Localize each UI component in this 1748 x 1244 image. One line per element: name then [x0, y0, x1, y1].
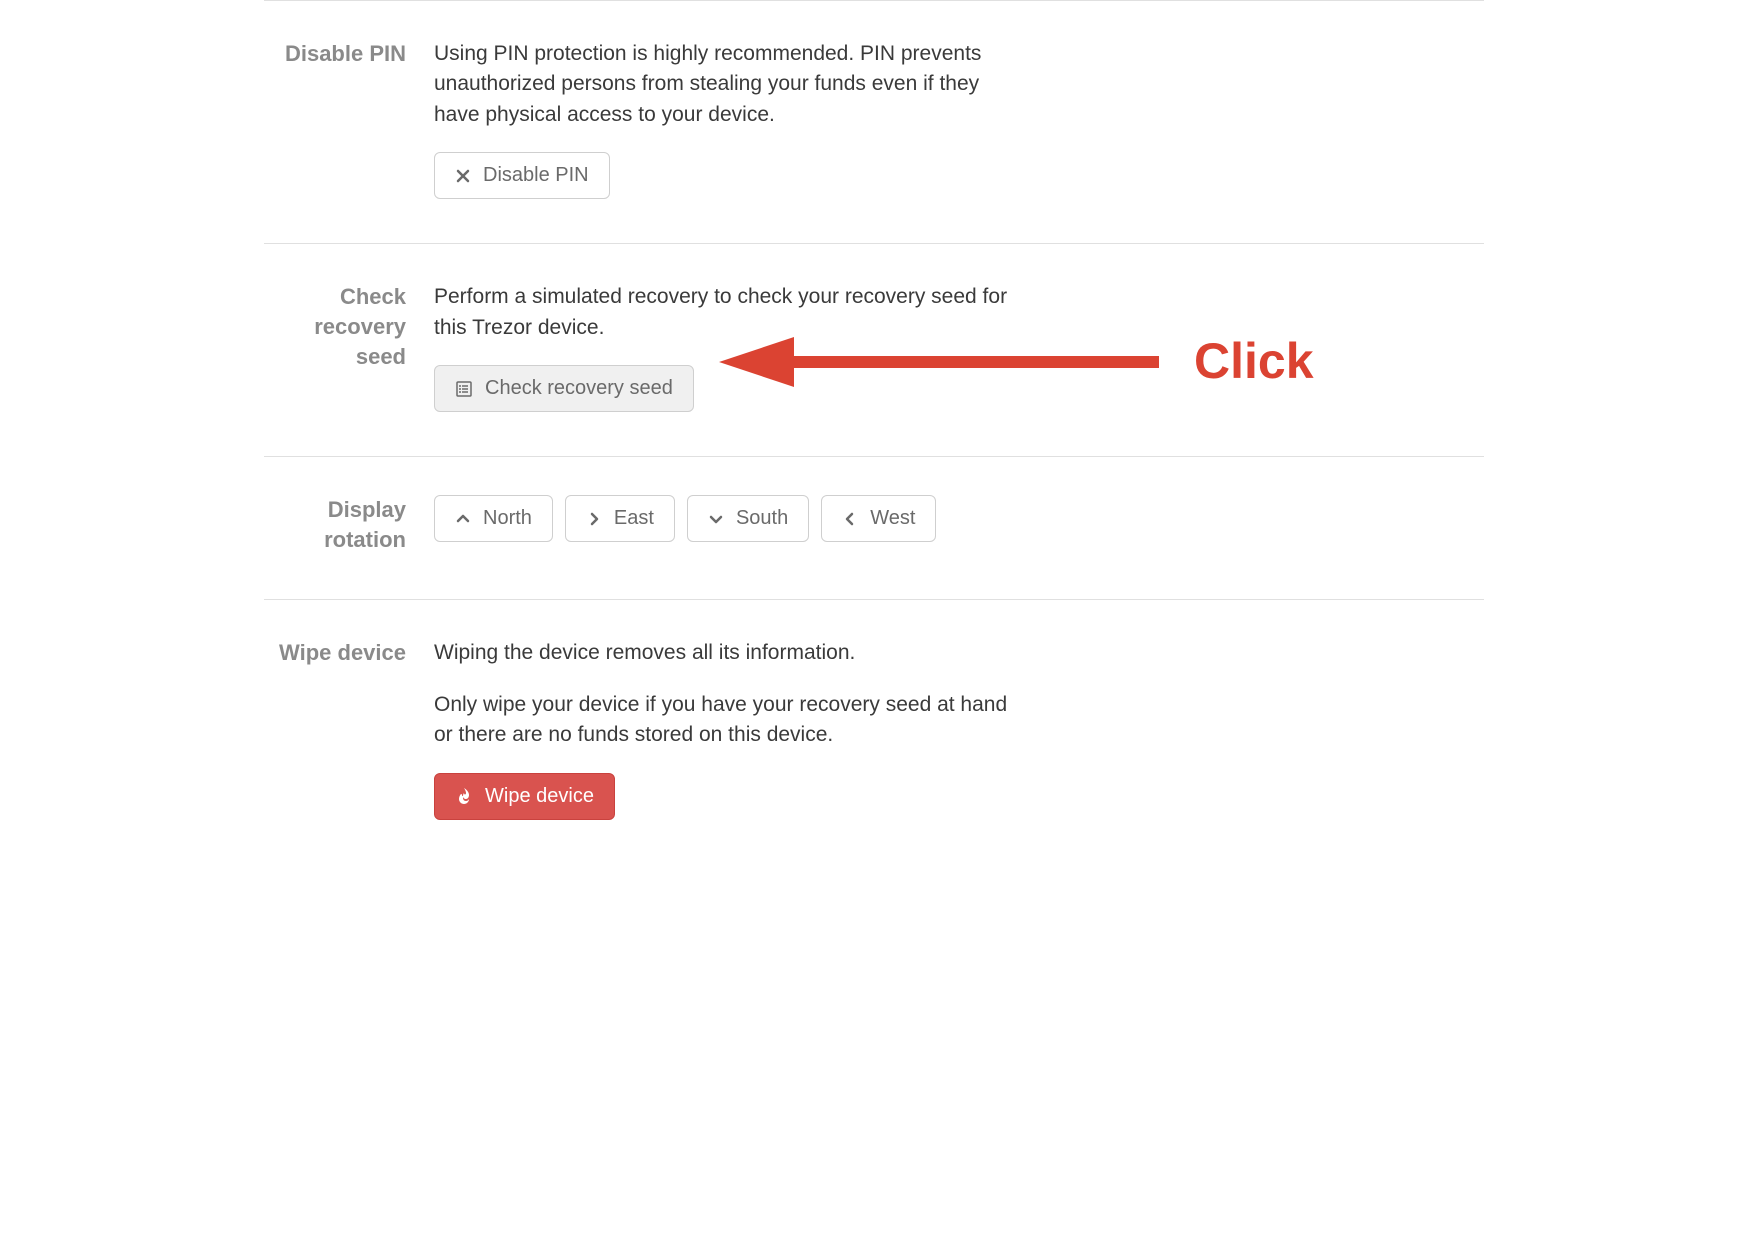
disable-pin-description: Using PIN protection is highly recommend…	[434, 39, 1014, 130]
rotation-east-button[interactable]: East	[565, 495, 675, 542]
rotation-west-label: West	[870, 507, 915, 530]
section-content-wipe-device: Wiping the device removes all its inform…	[434, 638, 1484, 820]
rotation-south-button[interactable]: South	[687, 495, 809, 542]
section-label-wipe-device: Wipe device	[264, 638, 434, 820]
chevron-right-icon	[586, 511, 602, 527]
rotation-south-label: South	[736, 507, 788, 530]
chevron-up-icon	[455, 511, 471, 527]
check-recovery-seed-button-label: Check recovery seed	[485, 377, 673, 400]
check-recovery-description: Perform a simulated recovery to check yo…	[434, 282, 1014, 343]
wipe-device-button[interactable]: Wipe device	[434, 773, 615, 820]
section-label-display-rotation: Display rotation	[264, 495, 434, 554]
section-label-disable-pin: Disable PIN	[264, 39, 434, 199]
section-label-check-recovery: Check recovery seed	[264, 282, 434, 412]
wipe-device-button-label: Wipe device	[485, 785, 594, 808]
close-icon	[455, 168, 471, 184]
chevron-down-icon	[708, 511, 724, 527]
rotation-north-label: North	[483, 507, 532, 530]
section-wipe-device: Wipe device Wiping the device removes al…	[264, 599, 1484, 864]
section-display-rotation: Display rotation North	[264, 456, 1484, 598]
disable-pin-button-label: Disable PIN	[483, 164, 589, 187]
wipe-device-description-2: Only wipe your device if you have your r…	[434, 690, 1014, 751]
rotation-west-button[interactable]: West	[821, 495, 936, 542]
list-icon	[455, 380, 473, 398]
wipe-device-description-1: Wiping the device removes all its inform…	[434, 638, 1014, 668]
section-check-recovery: Check recovery seed Perform a simulated …	[264, 243, 1484, 456]
disable-pin-button[interactable]: Disable PIN	[434, 152, 610, 199]
section-content-disable-pin: Using PIN protection is highly recommend…	[434, 39, 1484, 199]
rotation-north-button[interactable]: North	[434, 495, 553, 542]
chevron-left-icon	[842, 511, 858, 527]
check-recovery-seed-button[interactable]: Check recovery seed	[434, 365, 694, 412]
section-disable-pin: Disable PIN Using PIN protection is high…	[264, 0, 1484, 243]
rotation-button-group: North East South	[434, 495, 1484, 542]
rotation-east-label: East	[614, 507, 654, 530]
section-content-check-recovery: Perform a simulated recovery to check yo…	[434, 282, 1484, 412]
section-content-display-rotation: North East South	[434, 495, 1484, 554]
settings-container: Disable PIN Using PIN protection is high…	[174, 0, 1574, 864]
fire-icon	[455, 787, 473, 805]
click-annotation-label: Click	[1194, 332, 1314, 390]
